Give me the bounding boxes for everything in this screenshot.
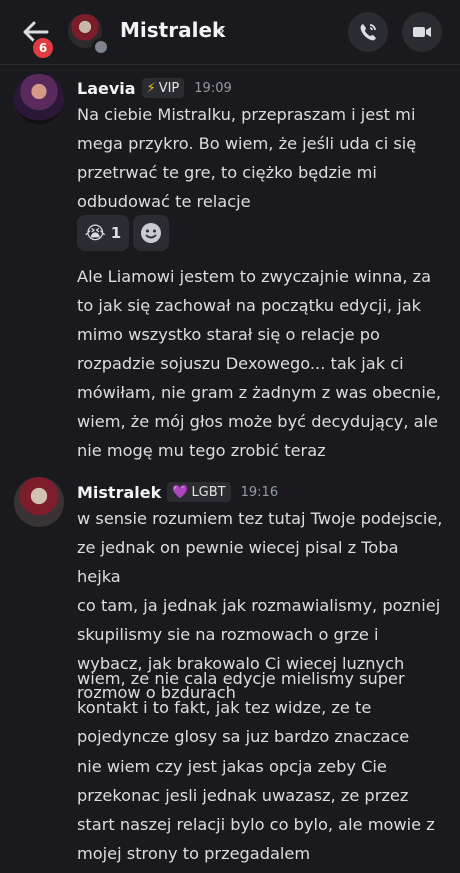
message-header: Mistralek 💜 LGBT 19:16 <box>77 480 278 504</box>
role-tag-label: VIP <box>158 80 180 96</box>
lightning-icon: ⚡ <box>146 80 156 96</box>
message-header: Laevia ⚡ VIP 19:09 <box>77 76 232 100</box>
video-camera-icon <box>413 27 431 37</box>
author-name[interactable]: Mistralek <box>77 483 161 502</box>
message-text: Na ciebie Mistralku, przepraszam i jest … <box>77 105 417 211</box>
timestamp: 19:16 <box>240 484 279 500</box>
phone-call-icon <box>360 24 376 41</box>
chat-header: 6 Mistralek › <box>0 0 460 65</box>
message-text: wiem, ze nie cala edycje mielismy super … <box>77 669 410 746</box>
heart-icon: 💜 <box>172 484 189 500</box>
role-tag[interactable]: ⚡ VIP <box>141 78 185 98</box>
author-name[interactable]: Laevia <box>77 79 136 98</box>
avatar[interactable] <box>14 74 64 124</box>
avatar[interactable] <box>14 477 64 527</box>
crying-face-icon: 😭 <box>84 222 106 244</box>
unread-badge: 6 <box>31 36 55 60</box>
timestamp: 19:09 <box>194 80 232 96</box>
smiley-icon <box>141 223 161 243</box>
add-reaction-button[interactable] <box>133 215 169 251</box>
role-tag-label: LGBT <box>191 484 226 500</box>
reaction-count: 1 <box>110 224 122 242</box>
message-text: Ale Liamowi jestem to zwyczajnie winna, … <box>77 267 441 460</box>
video-call-button[interactable] <box>402 12 442 52</box>
role-tag[interactable]: 💜 LGBT <box>167 482 231 502</box>
channel-title[interactable]: Mistralek <box>120 18 225 42</box>
voice-call-button[interactable] <box>348 12 388 52</box>
message-text: nie wiem czy jest jakas opcja zeby Cie p… <box>77 757 435 863</box>
reaction-button[interactable]: 😭 1 <box>77 215 129 251</box>
status-indicator <box>92 38 110 56</box>
chevron-right-icon[interactable]: › <box>218 20 225 41</box>
